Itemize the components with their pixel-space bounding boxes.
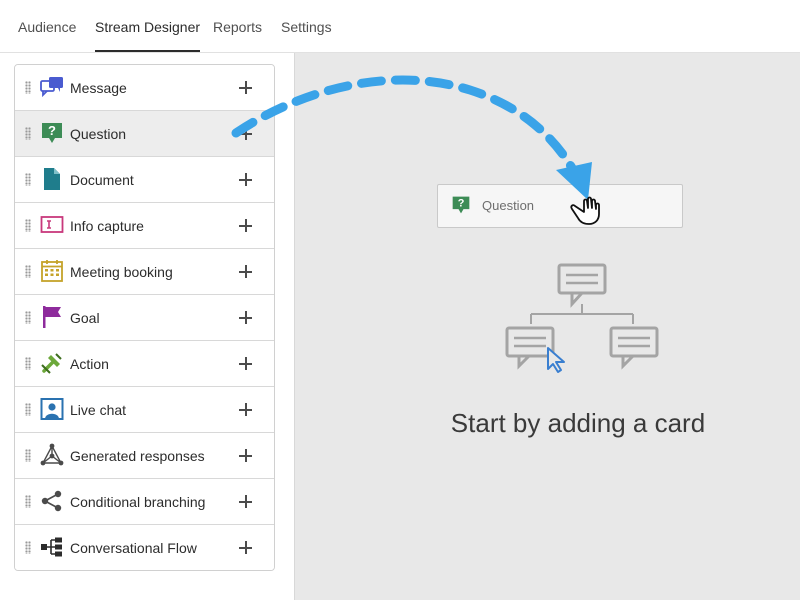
drag-handle-icon[interactable] xyxy=(25,219,31,232)
drag-handle-icon[interactable] xyxy=(25,495,31,508)
drag-handle-icon[interactable] xyxy=(25,81,31,94)
card-item-message[interactable]: Message xyxy=(15,65,274,111)
dragged-question-card[interactable]: ? Question xyxy=(437,184,683,228)
card-item-label: Conversational Flow xyxy=(70,540,197,556)
card-item-generated-responses[interactable]: Generated responses xyxy=(15,433,274,479)
add-icon[interactable] xyxy=(239,127,252,140)
add-icon[interactable] xyxy=(239,403,252,416)
drag-handle-icon[interactable] xyxy=(25,127,31,140)
empty-state-title: Start by adding a card xyxy=(293,408,800,439)
card-type-list: Message ? Question Document Info capture… xyxy=(14,64,275,571)
svg-text:?: ? xyxy=(458,198,465,210)
card-item-label: Generated responses xyxy=(70,448,205,464)
card-item-label: Conditional branching xyxy=(70,494,206,510)
tab-audience[interactable]: Audience xyxy=(18,0,76,52)
generated-responses-icon xyxy=(40,443,64,467)
tab-reports[interactable]: Reports xyxy=(213,0,262,52)
card-item-info-capture[interactable]: Info capture xyxy=(15,203,274,249)
svg-text:?: ? xyxy=(48,123,56,138)
conversational-flow-icon xyxy=(40,535,64,559)
card-item-label: Goal xyxy=(70,310,100,326)
info-capture-icon xyxy=(40,213,64,237)
branching-chat-bubbles-icon xyxy=(500,258,665,378)
card-item-label: Message xyxy=(70,80,127,96)
drag-handle-icon[interactable] xyxy=(25,403,31,416)
add-icon[interactable] xyxy=(239,81,252,94)
drag-handle-icon[interactable] xyxy=(25,265,31,278)
card-item-label: Live chat xyxy=(70,402,127,418)
drag-handle-icon[interactable] xyxy=(25,449,31,462)
action-icon xyxy=(40,351,64,375)
card-item-document[interactable]: Document xyxy=(15,157,274,203)
add-icon[interactable] xyxy=(239,357,252,370)
card-item-goal[interactable]: Goal xyxy=(15,295,274,341)
add-icon[interactable] xyxy=(239,311,252,324)
message-icon xyxy=(40,75,64,99)
branching-icon xyxy=(40,489,64,513)
top-navigation: Audience Stream Designer Reports Setting… xyxy=(0,0,800,53)
question-icon: ? xyxy=(40,121,64,145)
empty-state-text: Start by adding a card xyxy=(450,408,706,438)
card-item-action[interactable]: Action xyxy=(15,341,274,387)
drag-handle-icon[interactable] xyxy=(25,541,31,554)
live-chat-icon xyxy=(40,397,64,421)
card-item-label: Question xyxy=(70,126,127,142)
drag-handle-icon[interactable] xyxy=(25,357,31,370)
card-item-question[interactable]: ? Question xyxy=(15,111,274,157)
card-item-label: Meeting booking xyxy=(70,264,173,280)
add-icon[interactable] xyxy=(239,265,252,278)
flag-icon xyxy=(40,305,64,329)
question-icon: ? xyxy=(451,195,471,215)
add-icon[interactable] xyxy=(239,495,252,508)
drag-handle-icon[interactable] xyxy=(25,311,31,324)
add-icon[interactable] xyxy=(239,449,252,462)
card-item-meeting-booking[interactable]: Meeting booking xyxy=(15,249,274,295)
add-icon[interactable] xyxy=(239,173,252,186)
card-palette-panel: Message ? Question Document Info capture… xyxy=(0,53,295,600)
card-item-label: Info capture xyxy=(70,218,144,234)
card-item-label: Action xyxy=(70,356,109,372)
card-item-conditional-branching[interactable]: Conditional branching xyxy=(15,479,274,525)
document-icon xyxy=(40,167,64,191)
drag-handle-icon[interactable] xyxy=(25,173,31,186)
card-item-label: Document xyxy=(70,172,134,188)
card-item-live-chat[interactable]: Live chat xyxy=(15,387,274,433)
tab-settings[interactable]: Settings xyxy=(281,0,332,52)
tab-stream-designer[interactable]: Stream Designer xyxy=(95,0,201,52)
card-item-conversational-flow[interactable]: Conversational Flow xyxy=(15,525,274,570)
add-icon[interactable] xyxy=(239,541,252,554)
calendar-icon xyxy=(40,259,64,283)
dragged-card-label: Question xyxy=(482,198,535,213)
add-icon[interactable] xyxy=(239,219,252,232)
